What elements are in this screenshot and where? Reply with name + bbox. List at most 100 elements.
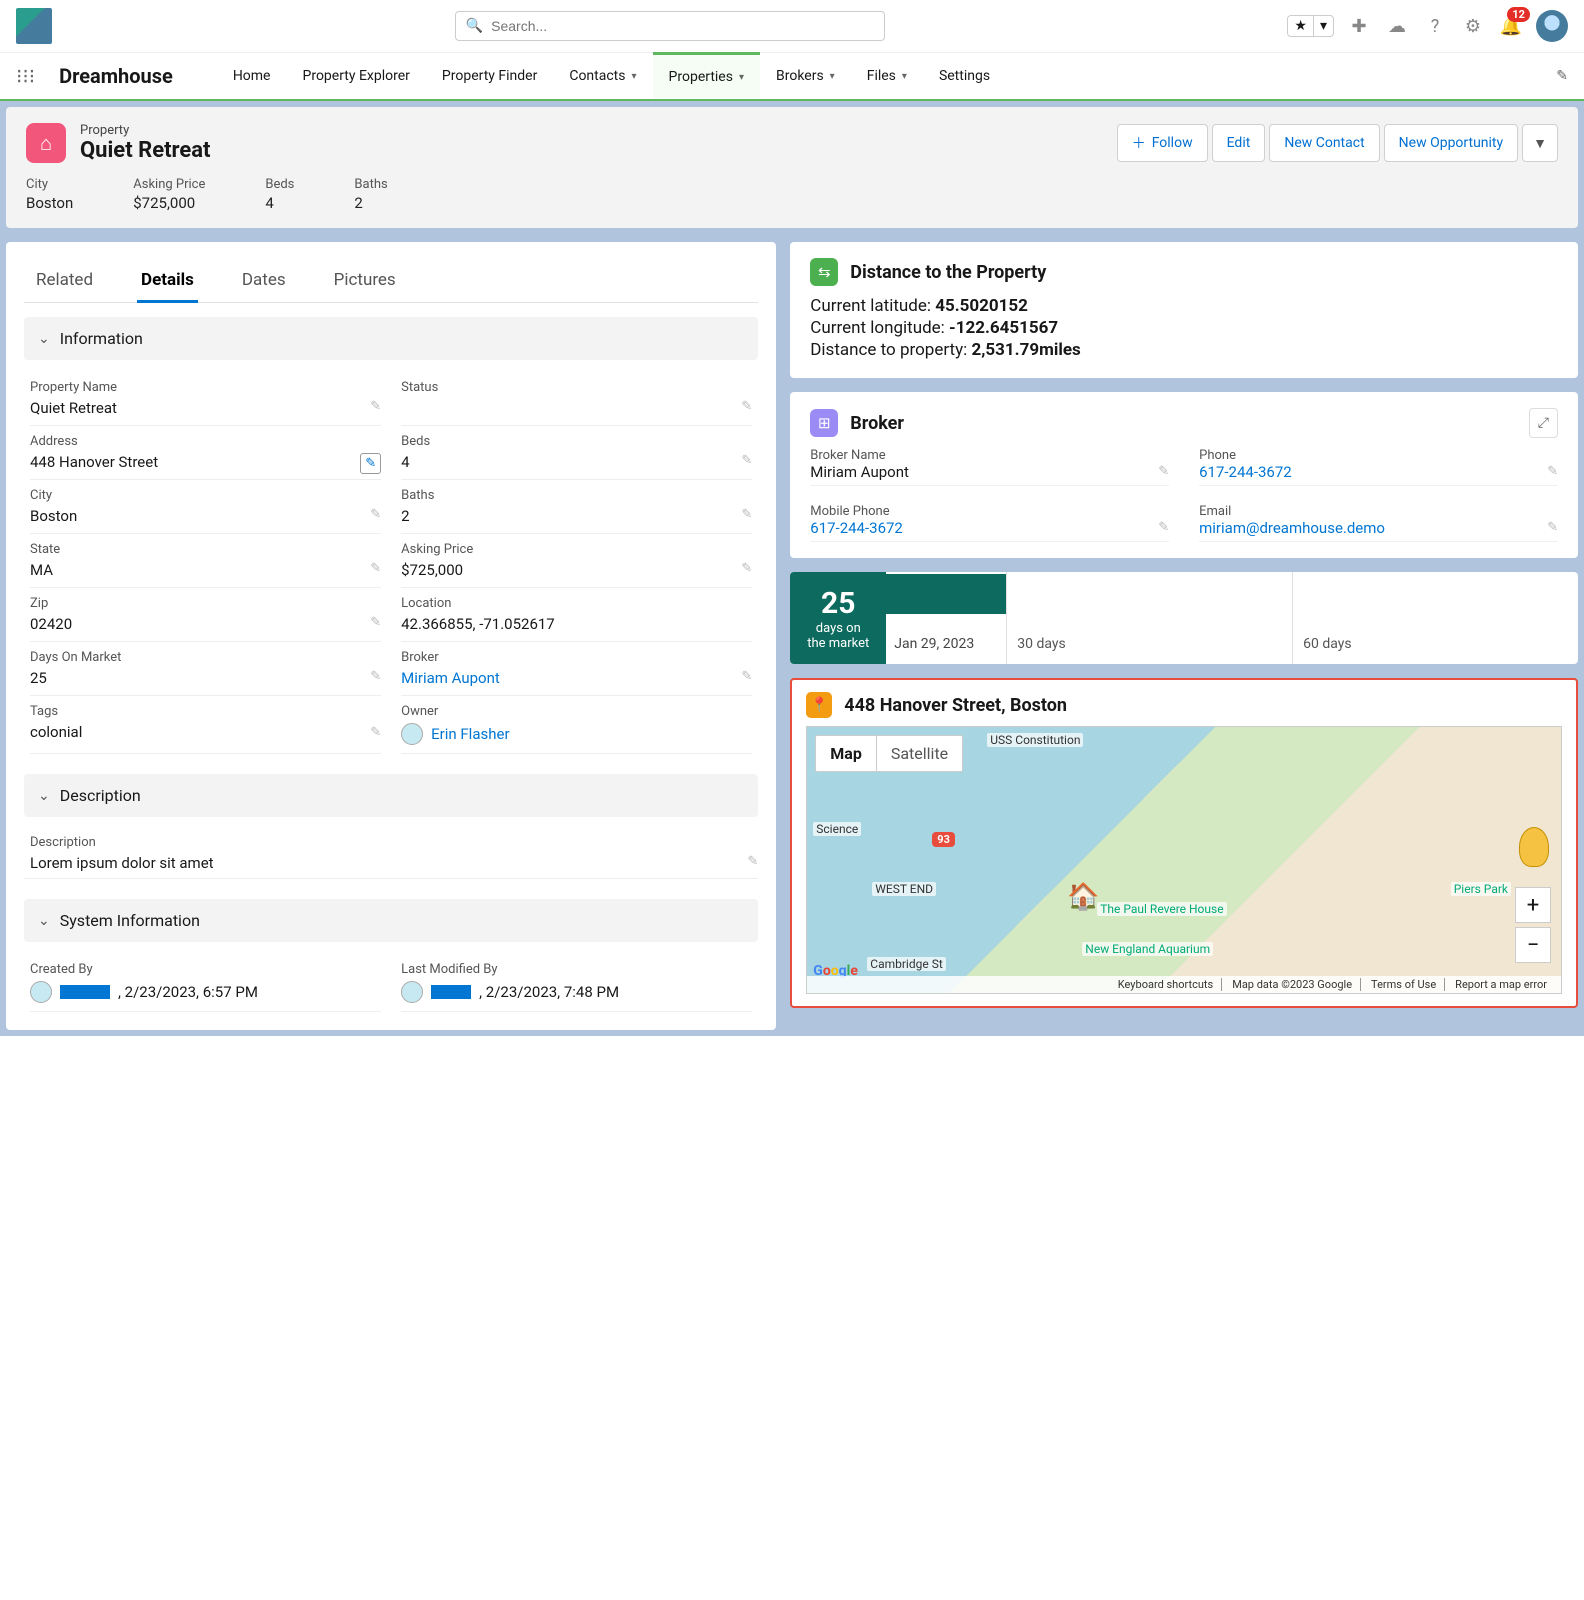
map-view-button[interactable]: Map — [816, 736, 876, 771]
chevron-down-icon[interactable]: ▾ — [1313, 16, 1333, 36]
field-location: 42.366855, -71.052617 — [401, 615, 752, 633]
map-card: 📍448 Hanover Street, Boston MapSatellite… — [790, 678, 1578, 1008]
nav-files[interactable]: Files▾ — [851, 53, 923, 99]
broker-email[interactable]: miriam@dreamhouse.demo — [1199, 519, 1558, 537]
field-zip: 02420 — [30, 615, 381, 633]
chevron-down-icon[interactable]: ▾ — [902, 71, 907, 82]
zoom-in-button[interactable]: + — [1515, 887, 1551, 923]
timeline-start-date: Jan 29, 2023 — [894, 636, 974, 652]
search-icon: 🔍 — [466, 18, 483, 34]
edit-icon[interactable]: ✎ — [741, 561, 752, 576]
user-avatar[interactable] — [1536, 10, 1568, 42]
edit-icon[interactable]: ✎ — [1547, 464, 1558, 479]
distance-card: ⇆Distance to the Property Current latitu… — [790, 242, 1578, 378]
edit-icon[interactable]: ✎ — [747, 854, 758, 869]
app-launcher-icon[interactable]: ⁝⁝⁝ — [16, 64, 35, 88]
nav-settings[interactable]: Settings — [923, 53, 1006, 99]
notification-badge: 12 — [1507, 7, 1530, 22]
section-system[interactable]: ⌄System Information — [24, 899, 758, 942]
timeline-30: 30 days — [1006, 572, 1292, 664]
new-opportunity-button[interactable]: New Opportunity — [1384, 124, 1518, 162]
distance-value: 2,531.79miles — [971, 340, 1080, 360]
edit-icon[interactable]: ✎ — [370, 561, 381, 576]
report-link[interactable]: Report a map error — [1455, 978, 1555, 991]
map-canvas[interactable]: MapSatellite USS Constitution Science WE… — [806, 726, 1562, 994]
pegman-icon[interactable] — [1519, 827, 1549, 867]
salesforce-icon[interactable]: ☁ — [1384, 13, 1410, 39]
edit-icon[interactable]: ✎ — [1158, 520, 1169, 535]
shortcuts-link[interactable]: Keyboard shortcuts — [1118, 978, 1222, 991]
field-broker: Miriam Aupont — [401, 669, 752, 687]
favorites-button[interactable]: ★▾ — [1287, 15, 1334, 37]
global-search[interactable]: 🔍 — [455, 11, 885, 41]
edit-icon[interactable]: ✎ — [360, 453, 381, 474]
search-input[interactable] — [491, 18, 874, 34]
edit-icon[interactable]: ✎ — [370, 669, 381, 684]
edit-icon[interactable]: ✎ — [370, 399, 381, 414]
field-price: $725,000 — [401, 561, 752, 579]
edit-nav-icon[interactable]: ✎ — [1556, 68, 1568, 84]
object-label: Property — [80, 123, 210, 138]
chevron-down-icon: ⌄ — [38, 913, 50, 929]
latitude-value: 45.5020152 — [935, 296, 1028, 316]
nav-property-finder[interactable]: Property Finder — [426, 53, 553, 99]
edit-icon[interactable]: ✎ — [741, 507, 752, 522]
nav-property-explorer[interactable]: Property Explorer — [287, 53, 426, 99]
broker-mobile[interactable]: 617-244-3672 — [810, 519, 1169, 537]
expand-button[interactable]: ⤢ — [1529, 408, 1558, 438]
zoom-out-button[interactable]: − — [1515, 927, 1551, 963]
edit-icon[interactable]: ✎ — [370, 725, 381, 740]
satellite-view-button[interactable]: Satellite — [876, 736, 962, 771]
help-icon[interactable]: ? — [1422, 13, 1448, 39]
record-header: ⌂ Property Quiet Retreat ＋Follow Edit Ne… — [6, 107, 1578, 228]
edit-icon[interactable]: ✎ — [1547, 520, 1558, 535]
owner-link[interactable]: Erin Flasher — [431, 725, 509, 743]
section-description[interactable]: ⌄Description — [24, 774, 758, 817]
follow-button[interactable]: ＋Follow — [1117, 124, 1208, 162]
edit-icon[interactable]: ✎ — [741, 453, 752, 468]
notifications-button[interactable]: 🔔12 — [1498, 13, 1524, 39]
nav-brokers[interactable]: Brokers▾ — [760, 53, 851, 99]
house-marker-icon[interactable]: 🏠 — [1067, 882, 1099, 912]
chevron-down-icon[interactable]: ▾ — [632, 71, 637, 82]
avatar-icon — [401, 981, 423, 1003]
pin-icon: 📍 — [806, 692, 832, 718]
new-contact-button[interactable]: New Contact — [1269, 124, 1379, 162]
broker-phone[interactable]: 617-244-3672 — [1199, 463, 1558, 481]
nav-contacts[interactable]: Contacts▾ — [553, 53, 652, 99]
chevron-down-icon[interactable]: ▾ — [739, 72, 744, 83]
longitude-value: -122.6451567 — [949, 318, 1058, 338]
nav-home[interactable]: Home — [217, 53, 287, 99]
field-created-by: , 2/23/2023, 6:57 PM — [30, 981, 381, 1003]
more-actions-button[interactable]: ▼ — [1522, 124, 1558, 162]
field-city: Boston — [30, 507, 381, 525]
broker-link[interactable]: Miriam Aupont — [401, 669, 500, 687]
section-information[interactable]: ⌄Information — [24, 317, 758, 360]
edit-icon[interactable]: ✎ — [741, 399, 752, 414]
app-logo[interactable] — [16, 8, 52, 44]
field-owner: Erin Flasher — [401, 723, 752, 745]
edit-icon[interactable]: ✎ — [1158, 464, 1169, 479]
map-type-toggle[interactable]: MapSatellite — [815, 735, 963, 772]
edit-icon[interactable]: ✎ — [370, 507, 381, 522]
tab-pictures[interactable]: Pictures — [330, 260, 400, 302]
edit-icon[interactable]: ✎ — [370, 615, 381, 630]
gear-icon[interactable]: ⚙ — [1460, 13, 1486, 39]
field-address: 448 Hanover Street — [30, 453, 381, 471]
highlight-baths: 2 — [354, 194, 387, 212]
highlight-city-label: City — [26, 177, 73, 192]
terms-link[interactable]: Terms of Use — [1371, 978, 1445, 991]
broker-card: ⊞Broker⤢ Broker NameMiriam Aupont✎ Phone… — [790, 392, 1578, 558]
edit-icon[interactable]: ✎ — [741, 669, 752, 684]
tab-related[interactable]: Related — [32, 260, 97, 302]
tab-details[interactable]: Details — [137, 260, 198, 303]
nav-properties[interactable]: Properties▾ — [653, 52, 760, 99]
chevron-down-icon[interactable]: ▾ — [830, 71, 835, 82]
tab-dates[interactable]: Dates — [238, 260, 290, 302]
highlight-beds-label: Beds — [265, 177, 294, 192]
avatar-icon — [401, 723, 423, 745]
edit-button[interactable]: Edit — [1212, 124, 1266, 162]
field-tags: colonial — [30, 723, 381, 741]
highlight-baths-label: Baths — [354, 177, 387, 192]
add-icon[interactable]: ✚ — [1346, 13, 1372, 39]
